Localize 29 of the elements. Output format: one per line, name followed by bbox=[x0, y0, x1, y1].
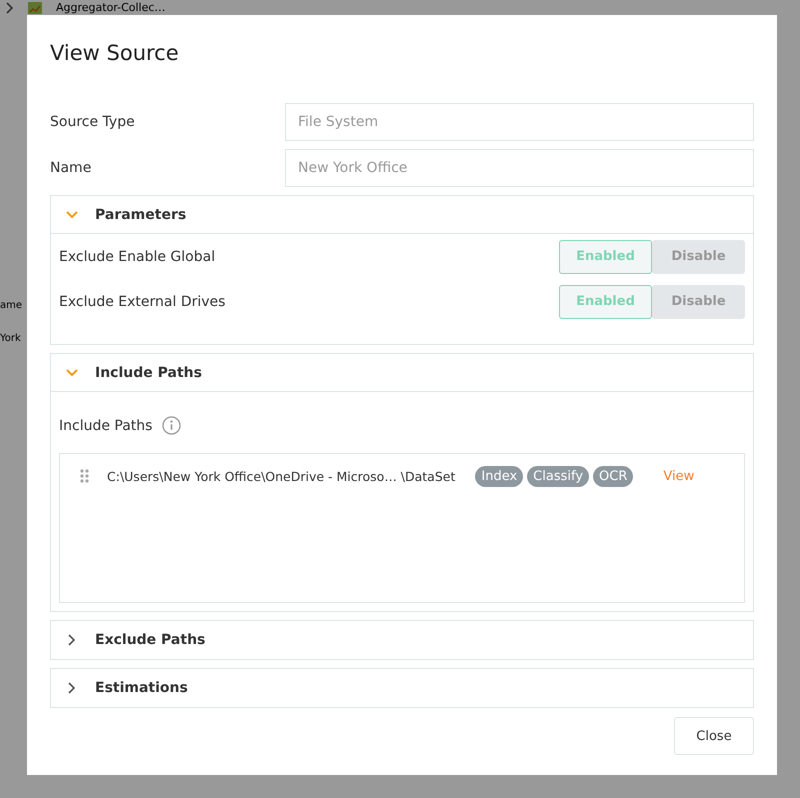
background-text: York bbox=[0, 333, 22, 344]
field-label: Source Type bbox=[50, 114, 136, 130]
text-field[interactable]: New York Office bbox=[285, 149, 754, 187]
tag: Classify bbox=[527, 466, 590, 486]
tag: Index bbox=[475, 466, 524, 486]
chevron-down-icon bbox=[66, 368, 78, 376]
chevron-down-icon bbox=[66, 210, 78, 218]
setting-label: Exclude External Drives bbox=[59, 294, 226, 310]
toggle-option[interactable]: Disable bbox=[652, 240, 745, 274]
path-text: C:\Users\New York Office\OneDrive - Microso… \DataSet bbox=[107, 468, 456, 484]
chevron-right-icon bbox=[68, 682, 76, 694]
toggle-option[interactable]: Disable bbox=[652, 284, 745, 318]
tag: OCR bbox=[593, 466, 634, 486]
chart-icon bbox=[28, 2, 42, 14]
close-button[interactable]: Close bbox=[674, 717, 754, 755]
breadcrumb-item[interactable]: Aggregator-Collec… bbox=[56, 1, 166, 14]
chevron-right-icon bbox=[68, 634, 76, 646]
chevron-right-icon bbox=[6, 2, 14, 14]
background-text: ame bbox=[0, 300, 24, 311]
dialog-title: View Source bbox=[50, 41, 180, 65]
toggle-option[interactable]: Enabled bbox=[559, 284, 652, 318]
drag-handle-icon[interactable] bbox=[80, 469, 89, 483]
toggle-option[interactable]: Enabled bbox=[559, 240, 652, 274]
view-link[interactable]: View bbox=[663, 468, 694, 484]
text-field[interactable]: File System bbox=[285, 103, 754, 141]
list-label: Include Paths bbox=[59, 418, 152, 434]
setting-label: Exclude Enable Global bbox=[59, 248, 216, 264]
info-icon bbox=[162, 416, 182, 435]
field-label: Name bbox=[50, 160, 92, 176]
